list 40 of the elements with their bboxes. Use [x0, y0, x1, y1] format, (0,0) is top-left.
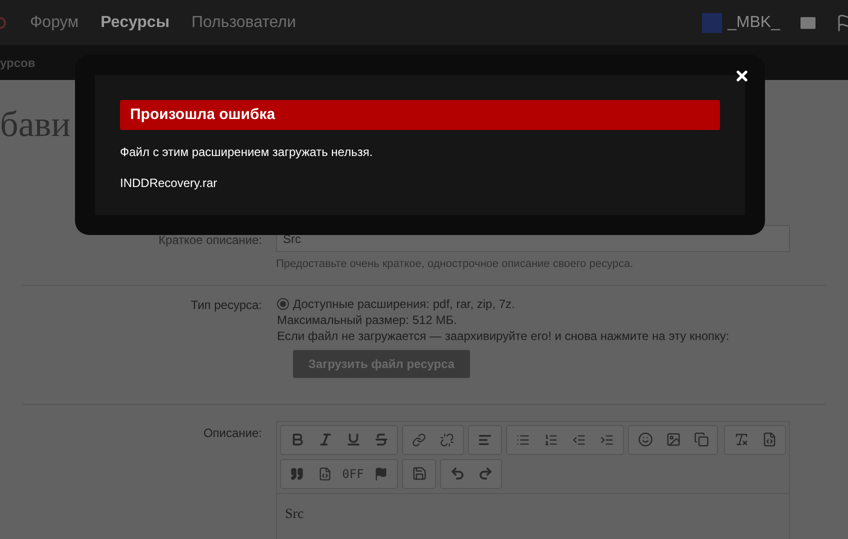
bullet-list-icon: [516, 432, 530, 446]
field-label: Описание:: [202, 424, 262, 442]
undo-icon: [450, 466, 464, 481]
field-label: Тип ресурса:: [190, 296, 262, 314]
italic-icon: [318, 432, 332, 447]
username[interactable]: _MBK_: [728, 10, 780, 34]
file-name: INDDRecovery.rar: [120, 175, 218, 192]
source-icon: [762, 432, 776, 447]
quote-icon: [290, 466, 304, 480]
numbered-list-icon: [544, 432, 558, 446]
outdent-icon: [572, 432, 586, 446]
indent-icon: [600, 432, 614, 446]
nav-tab[interactable]: Пользователи: [192, 10, 296, 34]
submenu-link[interactable]: урсов: [0, 54, 36, 72]
nav-tab[interactable]: Форум: [30, 10, 79, 34]
close-icon[interactable]: [734, 68, 750, 84]
smiley-icon: [638, 432, 652, 447]
editor-content[interactable]: Src: [277, 494, 789, 524]
avatar-icon: [702, 12, 722, 32]
redo-icon: [478, 466, 492, 481]
info-text: Максимальный размер: 512 МБ.: [277, 312, 458, 328]
info-text: Если файл не загружается — заархивируйте его! и снова нажмите на эту кнопку:: [277, 328, 730, 344]
save-icon: [412, 466, 426, 481]
align-left-icon: [478, 432, 492, 446]
image-icon: [666, 432, 680, 447]
code-icon: [318, 466, 332, 480]
error-title: Произошла ошибка: [120, 100, 720, 130]
remove-format-icon: [734, 432, 748, 447]
strikethrough-icon: [374, 432, 388, 447]
underline-icon: [346, 432, 360, 447]
nav-tab[interactable]: Ресурсы: [100, 10, 170, 34]
unlink-icon: [440, 432, 454, 446]
link-icon: [412, 432, 426, 446]
flag-icon: [374, 466, 388, 480]
field-label: Краткое описание:: [157, 232, 262, 249]
media-icon: [694, 432, 708, 447]
toolbar-text-button[interactable]: 0FF: [339, 460, 367, 488]
radio-button[interactable]: [277, 298, 289, 310]
radio-label: Доступные расширения: pdf, rar, zip, 7z.: [293, 296, 515, 312]
error-message: Файл с этим расширением загружать нельзя.: [120, 144, 374, 161]
